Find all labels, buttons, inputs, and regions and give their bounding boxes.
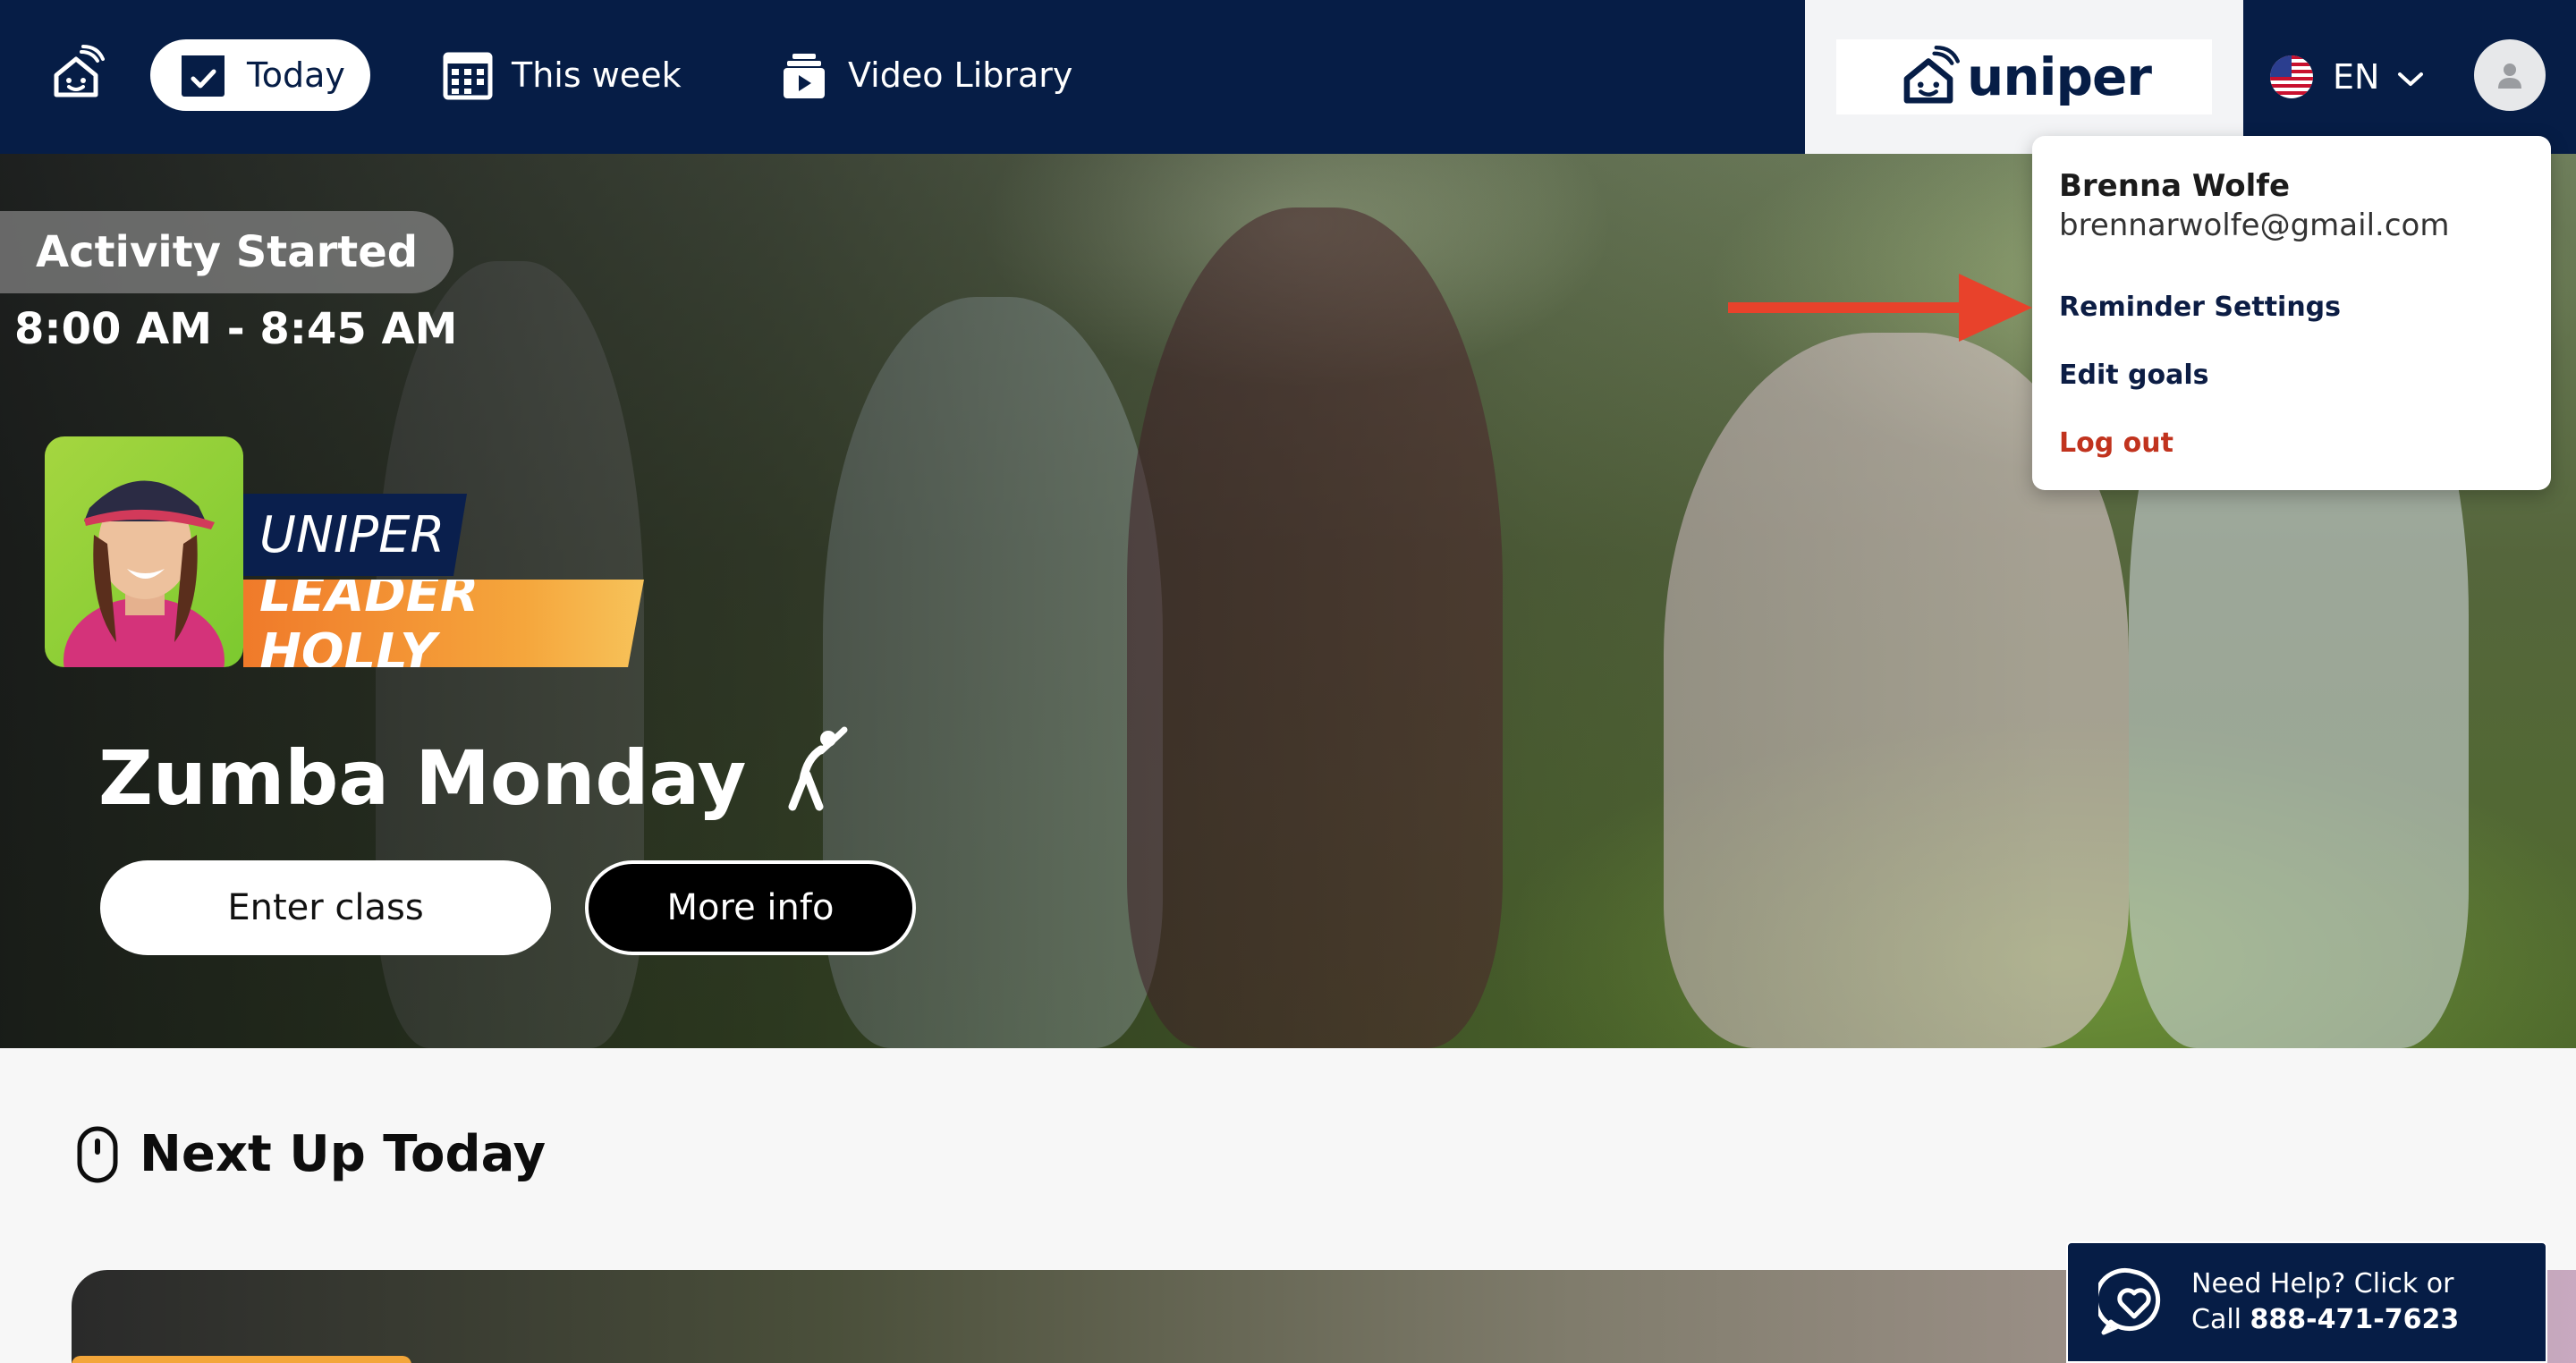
help-call-prefix: Call xyxy=(2191,1304,2250,1335)
activity-time-range: 8:00 AM - 8:45 AM xyxy=(14,304,458,354)
top-navigation: Today This week Video Library uniper EN xyxy=(0,0,2576,154)
tab-today[interactable]: Today xyxy=(150,39,370,111)
tab-video-library[interactable]: Video Library xyxy=(778,39,1072,111)
activity-status-badge: Activity Started xyxy=(0,211,454,293)
us-flag-icon xyxy=(2270,55,2313,98)
stretch-figure-icon xyxy=(785,726,848,830)
tab-today-label: Today xyxy=(247,55,345,95)
help-button[interactable]: Need Help? Click or Call 888-471-7623 xyxy=(2066,1241,2547,1363)
help-text: Need Help? Click or Call 888-471-7623 xyxy=(2191,1266,2459,1338)
calendar-grid-icon xyxy=(442,49,494,101)
user-name: Brenna Wolfe xyxy=(2059,168,2291,204)
logo-area: uniper xyxy=(1805,0,2243,154)
uniper-logo: uniper xyxy=(1836,39,2212,114)
brand-tag: UNIPER xyxy=(243,494,467,576)
tab-video-library-label: Video Library xyxy=(848,55,1073,95)
help-line-1: Need Help? Click or xyxy=(2191,1268,2454,1300)
user-avatar-button[interactable] xyxy=(2474,39,2546,111)
logo-text: uniper xyxy=(1967,47,2152,107)
chevron-down-icon xyxy=(2397,57,2424,97)
next-up-heading: Next Up Today xyxy=(77,1125,546,1183)
next-class-card-tag xyxy=(72,1356,411,1363)
user-email: brennarwolfe@gmail.com xyxy=(2059,207,2450,243)
uniper-home-icon xyxy=(54,45,105,97)
calendar-check-icon xyxy=(177,49,229,101)
class-title: Zumba Monday xyxy=(98,726,848,830)
class-title-text: Zumba Monday xyxy=(98,734,747,822)
help-phone-number[interactable]: 888-471-7623 xyxy=(2250,1304,2460,1335)
more-info-button[interactable]: More info xyxy=(585,860,916,955)
annotation-arrow xyxy=(1728,274,2032,342)
language-selector[interactable]: EN xyxy=(2270,48,2424,106)
leader-tag: LEADER HOLLY xyxy=(243,580,644,667)
tab-this-week[interactable]: This week xyxy=(442,39,682,111)
home-button[interactable] xyxy=(45,38,107,109)
user-avatar-icon xyxy=(2498,63,2521,89)
language-code: EN xyxy=(2333,57,2380,97)
clock-icon xyxy=(77,1126,118,1183)
log-out-link[interactable]: Log out xyxy=(2059,428,2174,459)
help-line-2: Call 888-471-7623 xyxy=(2191,1302,2459,1338)
user-menu-dropdown: Brenna Wolfe brennarwolfe@gmail.com Remi… xyxy=(2032,136,2551,490)
enter-class-button[interactable]: Enter class xyxy=(100,860,551,955)
uniper-logo-icon xyxy=(1903,46,1961,104)
video-library-icon xyxy=(778,49,830,101)
heart-chat-icon xyxy=(2093,1266,2170,1338)
tab-this-week-label: This week xyxy=(512,55,682,95)
leader-avatar xyxy=(45,436,243,667)
edit-goals-link[interactable]: Edit goals xyxy=(2059,360,2209,391)
next-up-title: Next Up Today xyxy=(140,1125,547,1183)
reminder-settings-link[interactable]: Reminder Settings xyxy=(2059,292,2341,323)
